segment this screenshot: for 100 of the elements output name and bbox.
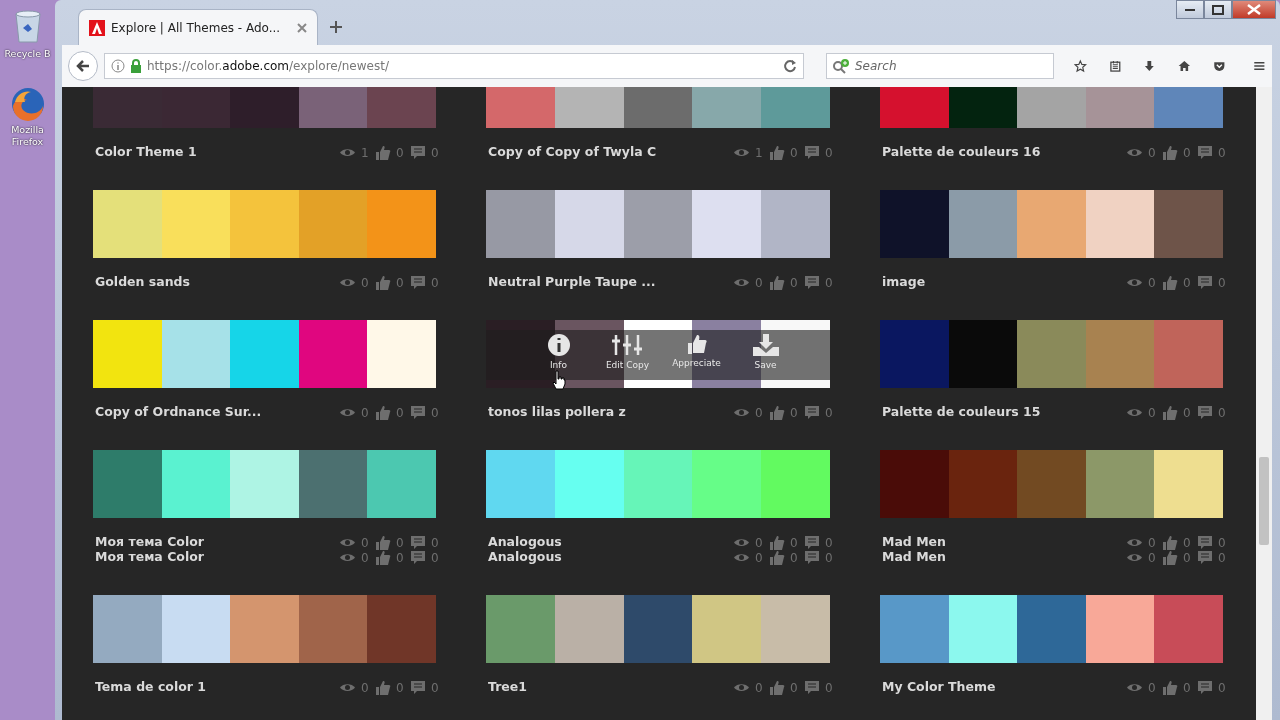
theme-name[interactable]: image xyxy=(882,273,926,292)
comment-icon xyxy=(410,550,426,565)
lock-icon xyxy=(130,59,142,73)
color-swatch[interactable] xyxy=(161,450,231,518)
color-swatch[interactable] xyxy=(367,190,436,258)
color-swatch[interactable] xyxy=(93,190,162,258)
color-swatch[interactable] xyxy=(161,320,231,388)
color-swatch[interactable] xyxy=(761,450,830,518)
color-swatch[interactable] xyxy=(230,190,299,258)
color-swatch[interactable] xyxy=(486,450,555,518)
comment-icon xyxy=(804,550,820,565)
color-swatch[interactable] xyxy=(880,595,949,663)
reload-icon[interactable] xyxy=(783,59,797,73)
comment-count: 0 xyxy=(1218,274,1227,292)
color-swatch[interactable] xyxy=(948,595,1018,663)
comment-count: 0 xyxy=(825,534,834,552)
color-swatch[interactable] xyxy=(298,450,368,518)
color-swatch[interactable] xyxy=(298,320,368,388)
color-swatch[interactable] xyxy=(554,190,624,258)
color-swatch[interactable] xyxy=(1154,595,1223,663)
color-swatch[interactable] xyxy=(554,450,624,518)
color-swatch[interactable] xyxy=(486,595,555,663)
back-button[interactable] xyxy=(68,51,98,81)
color-swatch[interactable] xyxy=(161,595,231,663)
color-swatch[interactable] xyxy=(1154,190,1223,258)
comment-icon xyxy=(1197,550,1213,565)
color-swatch[interactable] xyxy=(1085,595,1155,663)
color-swatch[interactable] xyxy=(298,190,368,258)
color-swatch[interactable] xyxy=(230,320,299,388)
color-swatch[interactable] xyxy=(1085,190,1155,258)
color-swatch[interactable] xyxy=(1017,450,1086,518)
overlay-action[interactable]: Info xyxy=(531,330,586,380)
color-swatch[interactable] xyxy=(623,190,693,258)
color-swatch[interactable] xyxy=(367,450,436,518)
address-bar[interactable]: https://color.adobe.com/explore/newest/ xyxy=(104,53,804,79)
color-swatch[interactable] xyxy=(948,450,1018,518)
color-swatch[interactable] xyxy=(880,190,949,258)
color-swatch[interactable] xyxy=(93,320,162,388)
color-swatch[interactable] xyxy=(623,450,693,518)
theme-name[interactable]: Copy of Copy of Twyla C xyxy=(488,143,657,162)
scrollbar[interactable] xyxy=(1256,87,1272,720)
color-swatch[interactable] xyxy=(761,595,830,663)
color-swatch[interactable] xyxy=(230,595,299,663)
minimize-button[interactable] xyxy=(1176,0,1204,19)
theme-name[interactable]: Copy of Ordnance Sur... xyxy=(95,403,262,422)
color-swatch[interactable] xyxy=(1085,320,1155,388)
search-field[interactable]: Search xyxy=(826,53,1054,79)
color-swatch[interactable] xyxy=(948,320,1018,388)
view-count: 0 xyxy=(361,549,370,567)
close-icon[interactable] xyxy=(297,22,307,33)
browser-tab[interactable]: Explore | All Themes - Ado... xyxy=(78,9,318,45)
overlay-action[interactable]: Appreciate xyxy=(669,330,724,380)
color-swatch[interactable] xyxy=(692,595,762,663)
color-swatch[interactable] xyxy=(1017,190,1086,258)
like-count: 0 xyxy=(1183,534,1192,552)
theme-name[interactable]: Neutral Purple Taupe ... xyxy=(488,273,656,292)
color-swatch[interactable] xyxy=(761,190,830,258)
color-swatch[interactable] xyxy=(1154,320,1223,388)
color-swatch[interactable] xyxy=(1085,450,1155,518)
color-swatch[interactable] xyxy=(367,595,436,663)
color-swatch[interactable] xyxy=(880,320,949,388)
color-swatch[interactable] xyxy=(692,450,762,518)
icon-label: Mozilla Firefox xyxy=(10,124,45,148)
close-button[interactable] xyxy=(1232,0,1276,19)
like-count: 0 xyxy=(1183,144,1192,162)
color-swatch[interactable] xyxy=(948,190,1018,258)
scrollbar-thumb[interactable] xyxy=(1259,457,1269,545)
theme-name[interactable]: Tree1 xyxy=(488,678,527,697)
theme-name[interactable]: Palette de couleurs 15 xyxy=(882,403,1041,422)
color-swatch[interactable] xyxy=(93,595,162,663)
color-swatch[interactable] xyxy=(1017,595,1086,663)
color-swatch[interactable] xyxy=(623,595,693,663)
theme-name[interactable]: Tema de color 1 xyxy=(95,678,207,697)
theme-name[interactable]: Palette de couleurs 16 xyxy=(882,143,1041,162)
color-swatch[interactable] xyxy=(161,190,231,258)
maximize-button[interactable] xyxy=(1204,0,1232,19)
overlay-action[interactable]: Edit Copy xyxy=(600,330,655,380)
thumbs-up-icon xyxy=(375,275,391,290)
color-swatch[interactable] xyxy=(93,450,162,518)
color-swatch[interactable] xyxy=(367,320,436,388)
thumbs-up-icon xyxy=(1162,275,1178,290)
comment-count: 0 xyxy=(825,549,834,567)
like-count: 0 xyxy=(396,679,405,697)
color-swatch[interactable] xyxy=(554,595,624,663)
comment-count: 0 xyxy=(431,144,440,162)
color-swatch[interactable] xyxy=(1154,450,1223,518)
theme-name[interactable]: Golden sands xyxy=(95,273,190,292)
color-swatch[interactable] xyxy=(880,450,949,518)
color-swatch[interactable] xyxy=(230,450,299,518)
theme-name[interactable]: Color Theme 1 xyxy=(95,143,197,162)
color-swatch[interactable] xyxy=(486,190,555,258)
overlay-action[interactable]: Save xyxy=(738,330,793,380)
theme-name[interactable]: tonos lilas pollera z xyxy=(488,403,626,422)
color-swatch[interactable] xyxy=(1017,320,1086,388)
eye-icon xyxy=(1126,682,1143,693)
color-swatch[interactable] xyxy=(298,595,368,663)
new-tab-icon[interactable] xyxy=(330,21,342,33)
color-swatch[interactable] xyxy=(692,190,762,258)
view-count: 0 xyxy=(1148,274,1157,292)
theme-name[interactable]: My Color Theme xyxy=(882,678,996,697)
